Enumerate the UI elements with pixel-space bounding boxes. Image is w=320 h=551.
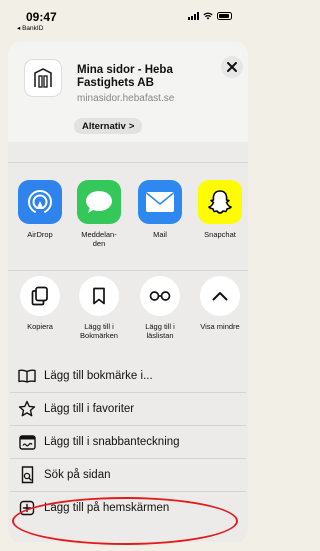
divider [8,162,248,163]
share-app-label: AirDrop [27,230,53,239]
menu-item-add-favorite[interactable]: Lägg till i favoriter [10,393,246,425]
close-button[interactable] [221,56,243,78]
menu-item-label: Lägg till i snabbanteckning [44,436,180,448]
mail-icon [138,180,182,224]
action-label: Kopiera [27,322,53,331]
share-header: Mina sidor - Heba Fastighets AB minasido… [8,42,248,142]
menu-item-label: Sök på sidan [44,469,111,481]
share-app-label: Mail [153,230,167,239]
messages-icon [77,180,121,224]
action-copy[interactable]: Kopiera [12,276,68,331]
share-app-label: Meddelan-den [81,230,117,248]
airdrop-icon [18,180,62,224]
share-app-messages[interactable]: Meddelan-den [71,180,127,248]
back-to-app-link[interactable]: ◂ BankID [17,24,43,32]
action-add-bookmark[interactable]: Lägg till i Bokmärken [71,276,127,340]
page-url: minasidor.hebafast.se [77,93,175,104]
menu-item-label: Lägg till i favoriter [44,403,135,415]
website-icon [25,60,61,96]
status-time: 09:47 [26,10,57,24]
book-icon [18,367,36,385]
bookmark-icon [79,276,119,316]
page-title: Mina sidor - Heba Fastighets AB [77,64,173,89]
chevron-right-icon: > [128,120,135,132]
options-label: Alternativ [82,120,126,132]
close-icon [227,62,237,72]
chevron-up-icon [200,276,240,316]
divider [8,270,248,271]
status-icons [188,12,232,20]
quick-note-icon [18,433,36,451]
action-show-less[interactable]: Visa mindre [192,276,248,331]
share-sheet: Mina sidor - Heba Fastighets AB minasido… [8,42,248,542]
snapchat-icon [198,180,242,224]
share-app-airdrop[interactable]: AirDrop [12,180,68,239]
wifi-icon [203,12,213,20]
menu-item-find-on-page[interactable]: Sök på sidan [10,459,246,491]
battery-icon [217,12,232,20]
action-label: Lägg till i läslistan [145,322,175,340]
menu-item-quick-note[interactable]: Lägg till i snabbanteckning [10,426,246,458]
options-button[interactable]: Alternativ > [74,118,143,134]
cellular-signal-icon [188,12,199,20]
glasses-icon [140,276,180,316]
highlight-annotation [12,497,238,545]
action-label: Lägg till i Bokmärken [80,322,118,340]
share-app-label: Snapchat [204,230,236,239]
copy-icon [20,276,60,316]
status-bar: 09:47 ◂ BankID [0,0,254,38]
menu-item-add-bookmark-to[interactable]: Lägg till bokmärke i... [10,360,246,392]
share-app-mail[interactable]: Mail [132,180,188,239]
star-icon [18,400,36,418]
action-add-reading-list[interactable]: Lägg till i läslistan [132,276,188,340]
menu-item-label: Lägg till bokmärke i... [44,370,153,382]
find-in-page-icon [18,466,36,484]
share-app-snapchat[interactable]: Snapchat [192,180,248,239]
action-label: Visa mindre [200,322,240,331]
